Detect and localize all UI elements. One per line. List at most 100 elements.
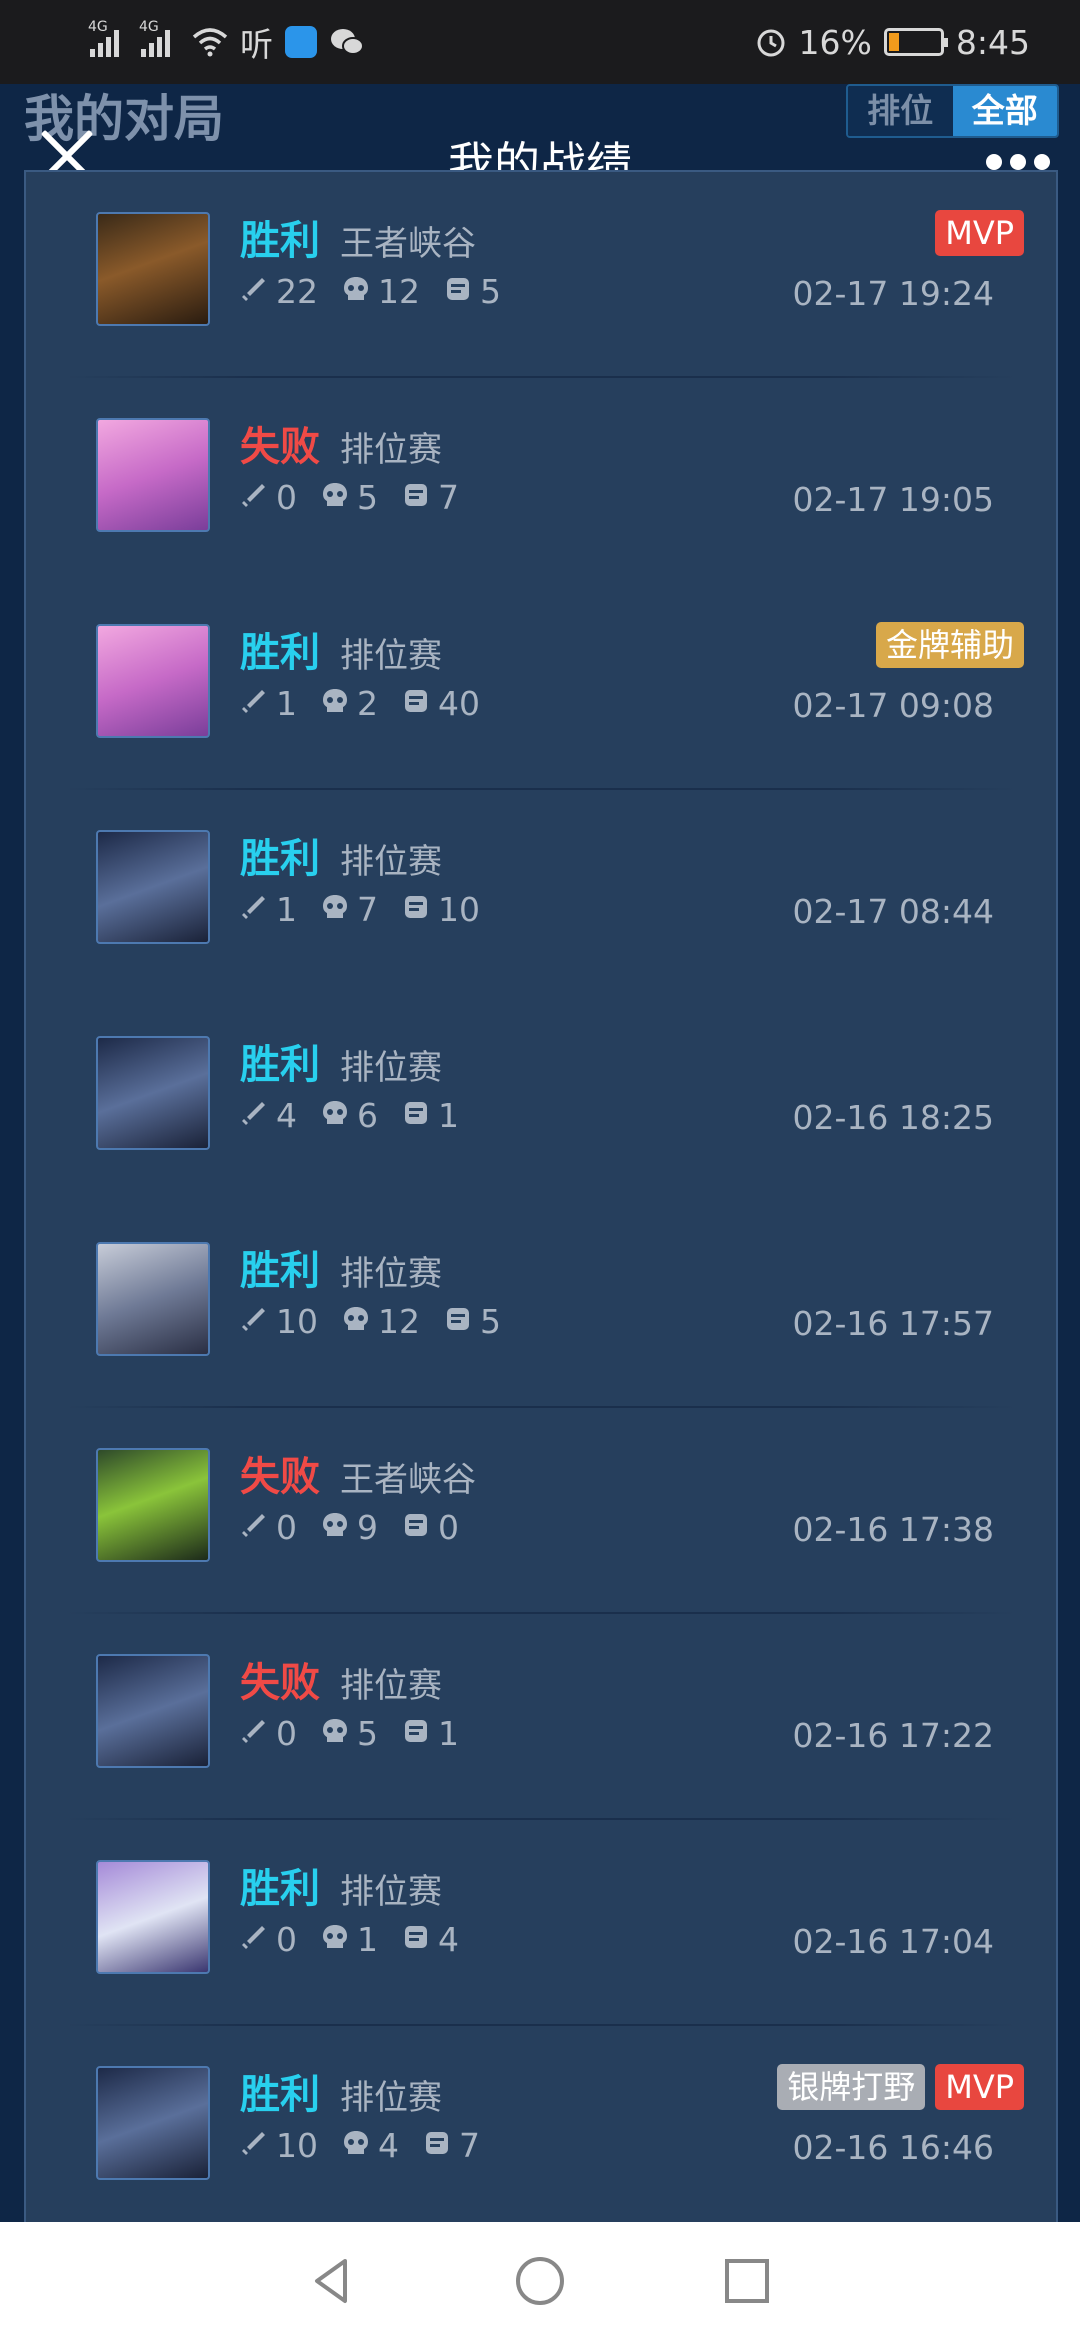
assist-icon (402, 1096, 438, 1135)
match-result: 胜利 (240, 218, 320, 264)
match-row[interactable]: 胜利 排位赛 10 4 7 02-16 16:46 银牌打野 MVP (26, 2026, 1056, 2230)
signal-icon: 4G (88, 19, 119, 57)
badge-group: MVP (935, 210, 1024, 256)
assist-icon (402, 1714, 438, 1753)
match-time: 02-16 17:04 (792, 1922, 994, 1961)
kills-stat: 0 (240, 478, 297, 517)
hero-avatar (96, 830, 210, 944)
assists-stat: 5 (444, 272, 501, 311)
match-row[interactable]: 胜利 排位赛 10 12 5 02-16 17:57 (26, 1202, 1056, 1408)
hero-avatar (96, 1654, 210, 1768)
match-mode: 排位赛 (340, 430, 442, 470)
match-row[interactable]: 胜利 排位赛 1 2 40 02-17 09:08 金牌辅助 (26, 584, 1056, 790)
status-left: 4G 4G 听 (88, 18, 365, 66)
deaths-value: 4 (378, 2126, 399, 2165)
match-row[interactable]: 失败 排位赛 0 5 1 02-16 17:22 (26, 1614, 1056, 1820)
match-mode: 排位赛 (340, 842, 442, 882)
assists-value: 7 (459, 2126, 480, 2165)
deaths-value: 5 (357, 478, 378, 517)
match-row[interactable]: 失败 王者峡谷 0 9 0 02-16 17:38 (26, 1408, 1056, 1614)
match-row[interactable]: 失败 排位赛 0 5 7 02-17 19:05 (26, 378, 1056, 584)
hero-avatar (96, 1860, 210, 1974)
kills-value: 4 (276, 1096, 297, 1135)
kills-value: 0 (276, 1920, 297, 1959)
status-bar: 4G 4G 听 16% 8:45 (0, 0, 1080, 84)
kda-stats: 10 4 7 (240, 2126, 504, 2165)
match-mode: 王者峡谷 (340, 1460, 476, 1500)
kda-stats: 0 9 0 (240, 1508, 483, 1547)
app-icon (285, 26, 317, 58)
battery-icon (883, 28, 948, 56)
assists-value: 5 (480, 272, 501, 311)
assist-icon (423, 2126, 459, 2165)
deaths-stat: 12 (342, 1302, 420, 1341)
match-mode: 排位赛 (340, 636, 442, 676)
assists-value: 40 (438, 684, 480, 723)
hero-avatar (96, 2066, 210, 2180)
kills-stat: 4 (240, 1096, 297, 1135)
skull-icon (321, 684, 357, 723)
match-time: 02-17 08:44 (792, 892, 994, 931)
home-circle-icon[interactable] (510, 2251, 570, 2311)
assists-stat: 7 (402, 478, 459, 517)
match-mode: 排位赛 (340, 1254, 442, 1294)
listen-icon: 听 (240, 25, 273, 64)
assist-icon (444, 272, 480, 311)
hero-avatar (96, 624, 210, 738)
assists-value: 0 (438, 1508, 459, 1547)
assist-icon (402, 478, 438, 517)
match-mode: 排位赛 (340, 1666, 442, 1706)
assists-value: 1 (438, 1714, 459, 1753)
deaths-value: 6 (357, 1096, 378, 1135)
deaths-value: 12 (378, 1302, 420, 1341)
assists-stat: 10 (402, 890, 480, 929)
assist-icon (444, 1302, 480, 1341)
alarm-icon (757, 29, 785, 57)
recent-square-icon[interactable] (717, 2251, 777, 2311)
kills-stat: 0 (240, 1920, 297, 1959)
kda-stats: 0 1 4 (240, 1920, 483, 1959)
kda-stats: 1 7 10 (240, 890, 504, 929)
deaths-value: 12 (378, 272, 420, 311)
skull-icon (321, 1508, 357, 1547)
sword-icon (240, 1508, 276, 1547)
sword-icon (240, 1096, 276, 1135)
deaths-value: 1 (357, 1920, 378, 1959)
kda-stats: 4 6 1 (240, 1096, 483, 1135)
match-time: 02-16 17:22 (792, 1716, 994, 1755)
deaths-stat: 1 (321, 1920, 378, 1959)
match-result: 胜利 (240, 836, 320, 882)
assists-stat: 1 (402, 1714, 459, 1753)
match-time: 02-16 17:38 (792, 1510, 994, 1549)
match-row[interactable]: 胜利 王者峡谷 22 12 5 02-17 19:24 MVP (26, 172, 1056, 378)
kills-value: 22 (276, 272, 318, 311)
skull-icon (321, 478, 357, 517)
assists-value: 5 (480, 1302, 501, 1341)
navigation-bar (0, 2222, 1080, 2340)
kills-stat: 1 (240, 890, 297, 929)
match-mode: 排位赛 (340, 1048, 442, 1088)
kills-stat: 10 (240, 2126, 318, 2165)
match-time: 02-16 17:57 (792, 1304, 994, 1343)
match-row[interactable]: 胜利 排位赛 4 6 1 02-16 18:25 (26, 996, 1056, 1202)
kills-value: 0 (276, 478, 297, 517)
match-result: 胜利 (240, 630, 320, 676)
back-triangle-icon[interactable] (303, 2251, 363, 2311)
kda-stats: 22 12 5 (240, 272, 525, 311)
skull-icon (321, 1920, 357, 1959)
kda-stats: 10 12 5 (240, 1302, 525, 1341)
sword-icon (240, 890, 276, 929)
match-row[interactable]: 胜利 排位赛 1 7 10 02-17 08:44 (26, 790, 1056, 996)
signal-icon: 4G (139, 19, 170, 57)
match-list: 胜利 王者峡谷 22 12 5 02-17 19:24 MVP 失败 排位赛 0 5 7 02-17 1… (24, 170, 1058, 2230)
match-row[interactable]: 胜利 排位赛 0 1 4 02-16 17:04 (26, 1820, 1056, 2026)
header: 我的对局 排位 全部 我的战绩 (0, 84, 1080, 191)
assists-stat: 40 (402, 684, 480, 723)
deaths-value: 2 (357, 684, 378, 723)
assists-stat: 4 (402, 1920, 459, 1959)
kills-value: 10 (276, 2126, 318, 2165)
more-options-icon[interactable] (986, 154, 1050, 170)
kda-stats: 0 5 1 (240, 1714, 483, 1753)
silver-badge: 银牌打野 (777, 2064, 926, 2110)
kills-stat: 10 (240, 1302, 318, 1341)
